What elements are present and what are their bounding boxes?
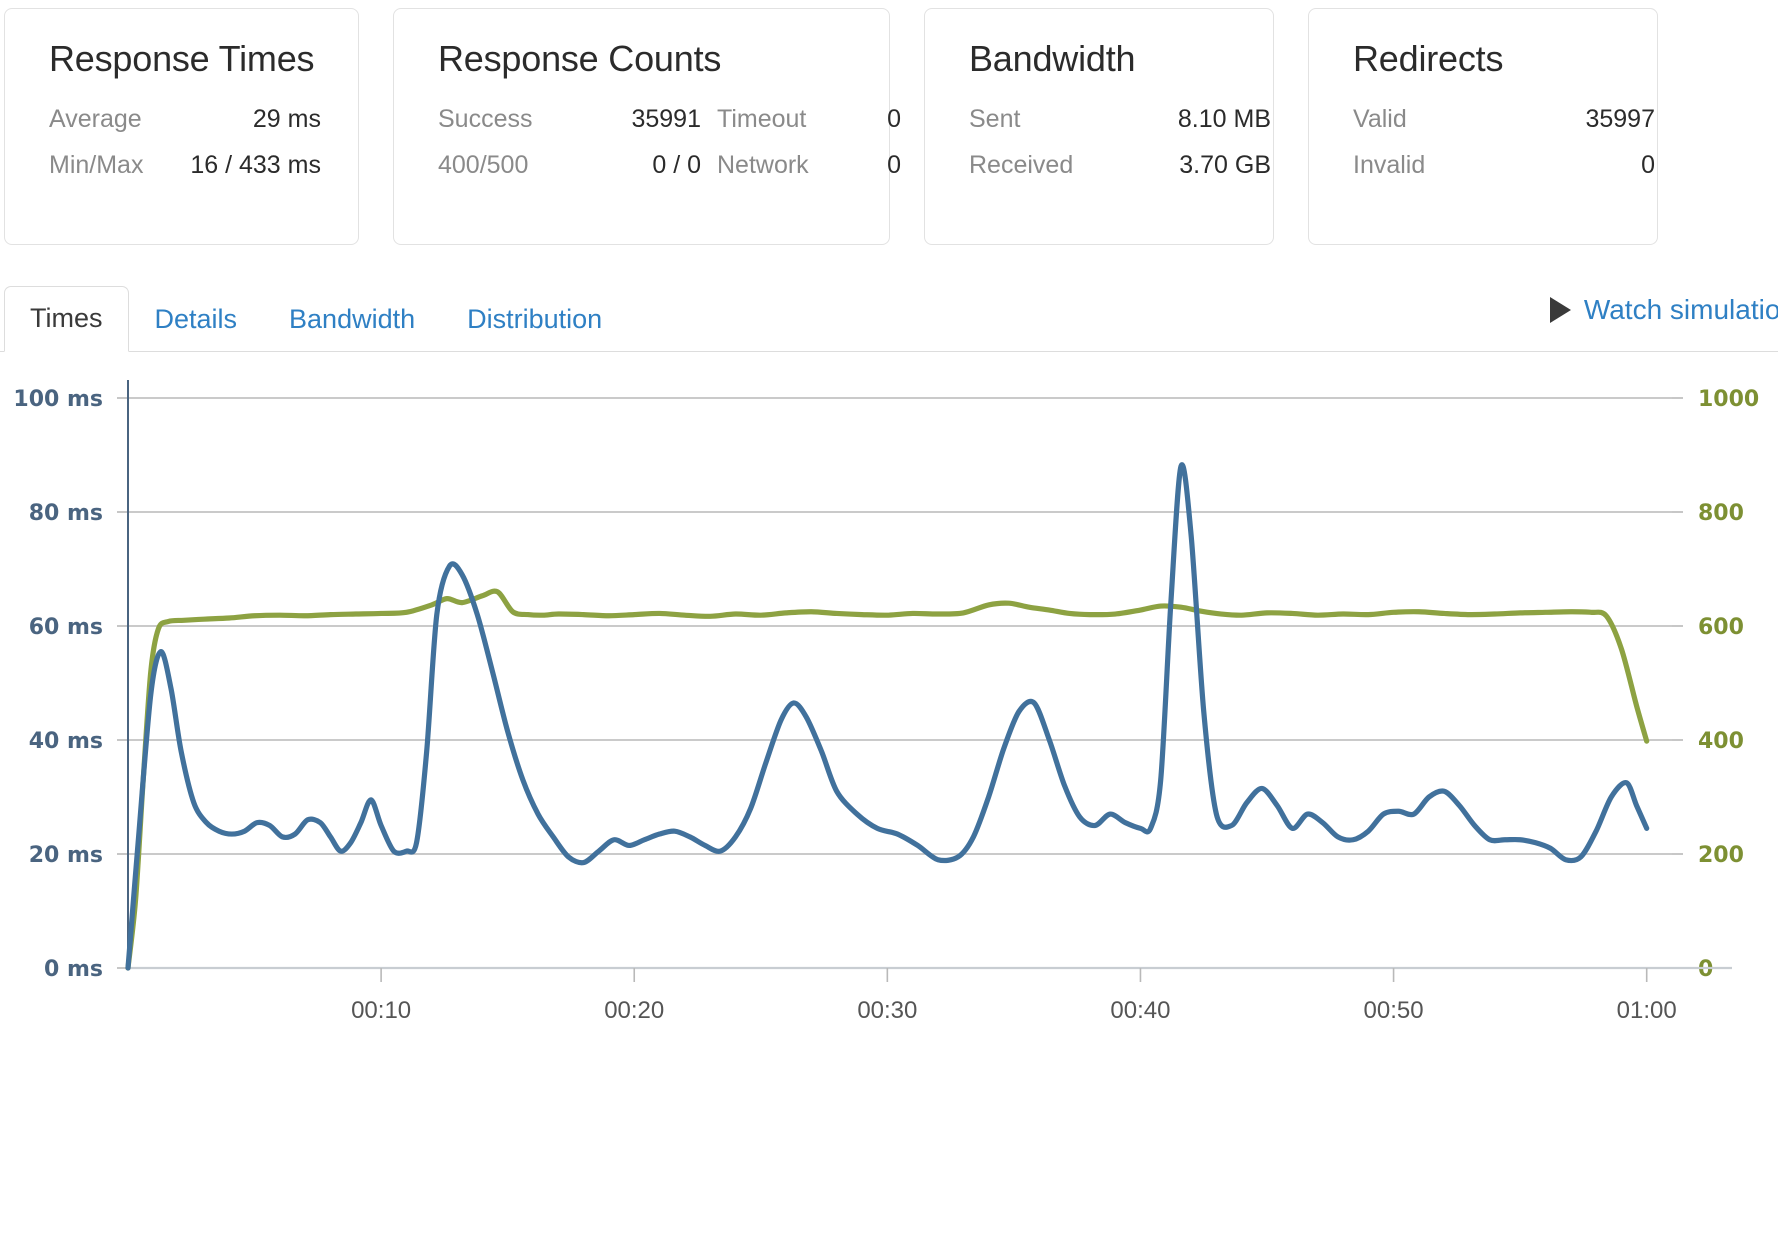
stat-value: 29 ms [252,104,321,133]
y-axis-right-label: 1000 [1698,387,1759,412]
stat-value: 0 [887,104,901,133]
stat-label: 400/500 [438,150,529,179]
stat-row: Received 3.70 GB [969,151,1271,180]
stat-value: 0 [1641,150,1655,179]
watch-simulation-label: Watch simulation [1583,294,1778,325]
y-axis-right-label: 600 [1698,615,1744,640]
stat-value: 0 / 0 [652,150,701,179]
x-axis-label: 00:20 [604,997,664,1024]
stat-row: Valid 35997 [1353,105,1655,134]
stat-rows: Average 29 ms Min/Max 16 / 433 ms [49,105,321,180]
redirects-card: Redirects Valid 35997 Invalid 0 [1308,8,1658,245]
stat-pair: Network 0 [701,151,901,180]
load-test-results-page: Response Times Average 29 ms Min/Max 16 … [0,0,1778,1258]
series-line-clients [125,588,1650,971]
stat-row: 400/500 0 / 0 Network 0 [438,151,901,180]
y-axis-left-label: 100 ms [13,387,103,412]
y-axis-left-label: 60 ms [29,615,103,640]
stat-value: 35997 [1585,104,1655,133]
card-title: Response Times [49,38,315,79]
bandwidth-card: Bandwidth Sent 8.10 MB Received 3.70 GB [924,8,1274,245]
stat-pair: Average 29 ms [49,105,321,134]
stat-label: Average [49,104,142,133]
stat-label: Network [717,150,809,179]
stat-label: Min/Max [49,150,144,179]
y-axis-left-label: 40 ms [29,729,103,754]
stat-pair: Sent 8.10 MB [969,105,1271,134]
stat-pair: Invalid 0 [1353,151,1655,180]
y-axis-left-label: 20 ms [29,843,103,868]
stat-row: Success 35991 Timeout 0 [438,105,901,134]
stat-pair: Min/Max 16 / 433 ms [49,151,321,180]
y-axis-right-label: 800 [1698,501,1744,526]
stat-row: Sent 8.10 MB [969,105,1271,134]
stat-label: Received [969,150,1074,179]
y-axis-right-label: 400 [1698,729,1744,754]
stat-row: Average 29 ms [49,105,321,134]
stat-row: Min/Max 16 / 433 ms [49,151,321,180]
stat-value: 3.70 GB [1179,150,1271,179]
card-title: Bandwidth [969,38,1136,79]
summary-cards-row: Response Times Average 29 ms Min/Max 16 … [0,8,1778,245]
stat-pair: Success 35991 [438,105,701,134]
tab-distribution[interactable]: Distribution [441,287,628,352]
stat-rows: Sent 8.10 MB Received 3.70 GB [969,105,1271,180]
stat-value: 0 [887,150,901,179]
play-icon [1549,297,1571,323]
stat-rows: Success 35991 Timeout 0 400/500 0 / 0 Ne… [438,105,901,180]
times-chart: 0 ms 20 ms 40 ms 60 ms 80 ms 100 ms 0 200 400 600… [0,352,1778,1258]
series-line-average-time [125,462,1650,971]
watch-simulation-link[interactable]: Watch simulation [1549,294,1778,326]
stat-pair: Valid 35997 [1353,105,1655,134]
x-axis-label: 00:40 [1110,997,1170,1024]
stat-rows: Valid 35997 Invalid 0 [1353,105,1655,180]
response-counts-card: Response Counts Success 35991 Timeout 0 … [393,8,901,245]
response-times-card: Response Times Average 29 ms Min/Max 16 … [4,8,359,245]
x-axis-label: 01:00 [1617,997,1677,1024]
stat-label: Timeout [717,104,807,133]
tab-details[interactable]: Details [129,287,264,352]
tab-times[interactable]: Times [4,285,129,352]
stat-pair: 400/500 0 / 0 [438,151,701,180]
y-axis-left-label: 80 ms [29,501,103,526]
tab-bar: Times Details Bandwidth Distribution Wat… [0,282,1778,352]
y-axis-right-label: 200 [1698,843,1744,868]
stat-label: Valid [1353,104,1407,133]
stat-pair: Timeout 0 [701,105,901,134]
card-title: Response Counts [438,38,722,79]
tab-bandwidth[interactable]: Bandwidth [263,287,441,352]
y-axis-right-label: 0 [1698,957,1713,982]
stat-label: Sent [969,104,1021,133]
y-axis-left-label: 0 ms [44,957,103,982]
card-title: Redirects [1353,38,1504,79]
stat-pair: Received 3.70 GB [969,151,1271,180]
stat-label: Success [438,104,533,133]
stat-label: Invalid [1353,150,1426,179]
stat-value: 16 / 433 ms [190,150,321,179]
x-axis-label: 00:30 [857,997,917,1024]
times-chart-svg: 0 ms 20 ms 40 ms 60 ms 80 ms 100 ms 0 200 400 600… [13,380,1759,1024]
stat-row: Invalid 0 [1353,151,1655,180]
x-axis-label: 00:50 [1364,997,1424,1024]
tab-list: Times Details Bandwidth Distribution [4,285,628,352]
x-axis-label: 00:10 [351,997,411,1024]
stat-value: 8.10 MB [1177,104,1271,133]
stat-value: 35991 [631,104,701,133]
